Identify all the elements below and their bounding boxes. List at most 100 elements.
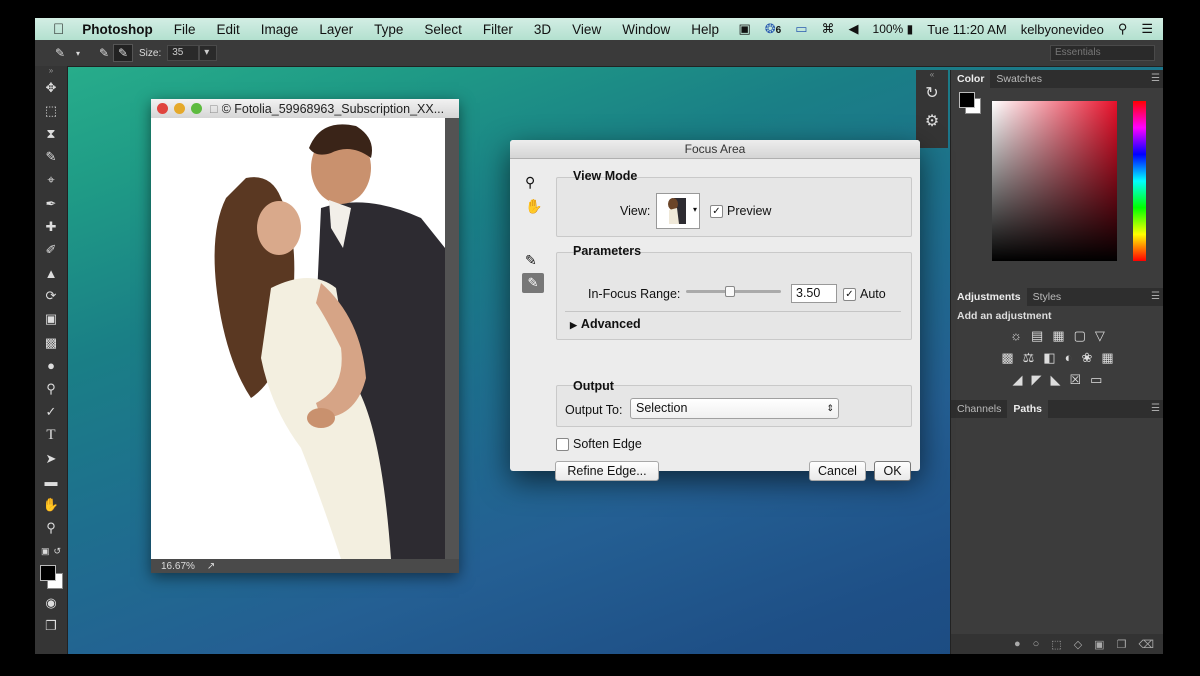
color-field[interactable] (992, 101, 1117, 261)
dodge-tool-icon[interactable]: ⚲ (35, 377, 67, 400)
notification-center-icon[interactable]: ☰ (1141, 21, 1153, 37)
fill-path-icon[interactable]: ● (1014, 638, 1021, 650)
color-panel-menu-icon[interactable]: ☰ (1151, 70, 1160, 88)
clock[interactable]: Tue 11:20 AM (927, 22, 1007, 37)
wifi-icon[interactable]: ⌘ (822, 21, 835, 37)
menu-type[interactable]: Type (374, 22, 403, 37)
spotlight-search-icon[interactable]: ⚲ (1118, 21, 1128, 37)
hue-slider[interactable] (1133, 101, 1146, 261)
strip-collapse-icon[interactable]: « (916, 70, 948, 80)
background-swatch[interactable] (959, 92, 975, 108)
output-to-select[interactable]: Selection ⇕ (630, 398, 839, 419)
slider-thumb[interactable] (725, 286, 736, 297)
app-menu[interactable]: Photoshop (82, 22, 153, 37)
refine-edge-button[interactable]: Refine Edge... (555, 461, 659, 481)
history-brush-tool-icon[interactable]: ⟳ (35, 285, 67, 308)
brush-tool-icon[interactable]: ✐ (35, 238, 67, 261)
tab-adjustments[interactable]: Adjustments (951, 288, 1027, 306)
pen-tool-icon[interactable]: ✓ (35, 401, 67, 424)
view-thumbnail-dropdown[interactable]: ▾ (656, 193, 700, 229)
exposure-icon[interactable]: ▢ (1074, 328, 1086, 344)
posterize-icon[interactable]: ◤ (1032, 372, 1042, 388)
menu-select[interactable]: Select (424, 22, 462, 37)
path-selection-tool-icon[interactable]: ➤ (35, 447, 67, 470)
apple-menu-icon[interactable]:  (53, 21, 64, 38)
menu-view[interactable]: View (572, 22, 601, 37)
eraser-tool-icon[interactable]: ▣ (35, 308, 67, 331)
document-canvas[interactable] (151, 118, 445, 559)
add-to-selection-icon[interactable]: ✎ (95, 45, 113, 61)
quick-selection-tool-icon[interactable]: ✎ (51, 45, 69, 61)
close-window-button[interactable] (157, 103, 168, 114)
volume-icon[interactable]: ◀ (849, 21, 859, 37)
default-colors-icon[interactable]: ▣ ↺ (35, 540, 67, 563)
black-white-icon[interactable]: ◧ (1043, 350, 1055, 366)
tab-swatches[interactable]: Swatches (990, 70, 1048, 88)
hand-tool-icon[interactable]: ✋ (35, 493, 67, 516)
size-field[interactable]: 35 (167, 45, 200, 61)
soften-edge-checkbox[interactable]: Soften Edge (556, 437, 642, 452)
minimize-window-button[interactable] (174, 103, 185, 114)
toolbar-collapse-icon[interactable]: » (35, 66, 67, 76)
adjustments-panel-menu-icon[interactable]: ☰ (1151, 288, 1160, 306)
load-path-selection-icon[interactable]: ⬚ (1051, 638, 1061, 651)
color-lookup-icon[interactable]: ▦ (1101, 350, 1113, 366)
marquee-tool-icon[interactable]: ⬚ (35, 99, 67, 122)
dialog-focus-add-tool-icon[interactable]: ✎ (525, 252, 537, 269)
add-mask-icon[interactable]: ▣ (1094, 638, 1104, 651)
healing-brush-tool-icon[interactable]: ✚ (35, 215, 67, 238)
airplay-icon[interactable]: ▭ (795, 21, 807, 37)
foreground-background-color[interactable] (35, 563, 67, 591)
dialog-hand-tool-icon[interactable]: ✋ (525, 198, 542, 215)
stroke-path-icon[interactable]: ○ (1033, 638, 1040, 650)
new-path-icon[interactable]: ❐ (1117, 638, 1127, 651)
levels-icon[interactable]: ▤ (1031, 328, 1043, 344)
gradient-map-icon[interactable]: ▭ (1090, 372, 1102, 388)
selective-color-icon[interactable]: ☒ (1070, 372, 1082, 388)
display-icon[interactable]: ▣ (738, 21, 750, 37)
hue-saturation-icon[interactable]: ▩ (1001, 350, 1013, 366)
battery-status[interactable]: 100% ▮ (873, 22, 914, 36)
tab-color[interactable]: Color (951, 70, 991, 88)
curves-icon[interactable]: ▦ (1052, 328, 1064, 344)
screen-mode-icon[interactable]: ❐ (35, 614, 67, 637)
in-focus-range-slider[interactable] (686, 286, 781, 297)
dialog-focus-subtract-tool-icon[interactable]: ✎ (522, 273, 544, 293)
workspace-switcher[interactable]: Essentials (1050, 45, 1155, 61)
menu-window[interactable]: Window (622, 22, 670, 37)
menu-image[interactable]: Image (261, 22, 299, 37)
user-name[interactable]: kelbyonevideo (1021, 22, 1104, 37)
make-work-path-icon[interactable]: ◇ (1074, 638, 1082, 651)
threshold-icon[interactable]: ◣ (1051, 372, 1061, 388)
menu-filter[interactable]: Filter (483, 22, 513, 37)
channel-mixer-icon[interactable]: ❀ (1081, 350, 1092, 366)
menu-3d[interactable]: 3D (534, 22, 551, 37)
eyedropper-tool-icon[interactable]: ✒ (35, 192, 67, 215)
document-title-bar[interactable]: □ © Fotolia_59968963_Subscription_XX... (151, 99, 459, 118)
menu-layer[interactable]: Layer (319, 22, 353, 37)
brightness-icon[interactable]: ☼ (1010, 328, 1022, 344)
zoom-tool-icon[interactable]: ⚲ (35, 517, 67, 540)
dialog-zoom-tool-icon[interactable]: ⚲ (525, 174, 535, 191)
preview-checkbox[interactable]: ✓ Preview (710, 204, 771, 219)
in-focus-range-field[interactable]: 3.50 (791, 284, 837, 303)
zoom-level[interactable]: 16.67% (161, 561, 195, 572)
delete-path-icon[interactable]: ⌫ (1138, 638, 1154, 651)
vibrance-icon[interactable]: ▽ (1095, 328, 1105, 344)
gradient-tool-icon[interactable]: ▩ (35, 331, 67, 354)
zoom-window-button[interactable] (191, 103, 202, 114)
cloud-sync-icon[interactable]: ❂6 (765, 21, 781, 37)
auto-checkbox[interactable]: ✓ Auto (843, 287, 886, 302)
move-tool-icon[interactable]: ✥ (35, 76, 67, 99)
menu-help[interactable]: Help (691, 22, 719, 37)
menu-edit[interactable]: Edit (217, 22, 240, 37)
clone-stamp-tool-icon[interactable]: ▲ (35, 262, 67, 285)
advanced-disclosure[interactable]: ▶ Advanced (570, 317, 641, 331)
quick-mask-icon[interactable]: ◉ (35, 591, 67, 614)
quick-selection-tool-icon[interactable]: ✎ (35, 146, 67, 169)
blur-tool-icon[interactable]: ● (35, 354, 67, 377)
size-dropdown-icon[interactable]: ▾ (199, 45, 218, 61)
tab-styles[interactable]: Styles (1027, 288, 1068, 306)
status-share-icon[interactable]: ↗ (207, 561, 215, 572)
type-tool-icon[interactable]: T (35, 424, 67, 447)
